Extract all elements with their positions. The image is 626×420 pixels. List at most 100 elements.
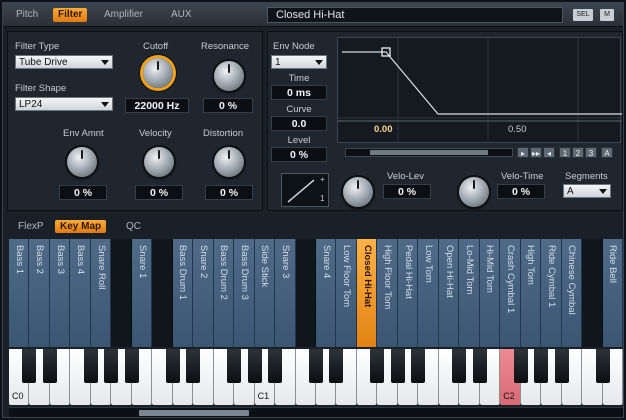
distortion-knob[interactable] — [214, 147, 244, 177]
key-map-slot[interactable] — [582, 239, 603, 347]
black-key[interactable] — [411, 349, 426, 383]
env-nav-button-3[interactable]: ◂ — [543, 147, 555, 158]
key-map-slot[interactable]: Chinese Cymbal — [561, 239, 583, 347]
tab-amplifier[interactable]: Amplifier — [99, 8, 148, 22]
resonance-label: Resonance — [201, 41, 250, 52]
key-map-slot[interactable]: Bass 3 — [49, 239, 71, 347]
key-map-slot[interactable]: High Tom — [520, 239, 542, 347]
curve-type-selector[interactable]: + 1 — [281, 173, 329, 207]
time-value[interactable]: 0 ms — [271, 85, 327, 100]
black-key[interactable] — [124, 349, 139, 383]
key-map-slot[interactable]: Bass Drum 1 — [172, 239, 194, 347]
key-map-slot[interactable]: Snare Roll — [90, 239, 112, 347]
key-map-slot[interactable]: Bass Drum 3 — [234, 239, 255, 347]
key-map-slot[interactable]: Snare 2 — [193, 239, 214, 347]
black-key[interactable] — [554, 349, 569, 383]
key-map-slot[interactable]: Snare 1 — [131, 239, 153, 347]
black-key[interactable] — [83, 349, 98, 383]
env-amnt-knob[interactable] — [67, 147, 97, 177]
key-map-slot[interactable]: Crash Cymbal 1 — [500, 239, 521, 347]
scroll-thumb[interactable] — [139, 410, 249, 416]
piano-keyboard[interactable]: C0 C1 C2 — [9, 349, 623, 405]
black-key[interactable] — [370, 349, 385, 383]
key-map-slot[interactable]: Side Stick — [254, 239, 276, 347]
key-map-slot[interactable] — [295, 239, 316, 347]
key-map-slot[interactable]: Lo-Mid Tom — [459, 239, 480, 347]
key-map-slot[interactable]: Bass 1 — [9, 239, 30, 347]
env-amnt-value[interactable]: 0 % — [59, 185, 107, 200]
black-key[interactable] — [42, 349, 57, 383]
key-map-slot-label: High Floor Tom — [382, 245, 394, 310]
tab-flexp[interactable]: FlexP — [13, 220, 49, 233]
curve-value[interactable]: 0.0 — [271, 116, 327, 131]
segments-dropdown[interactable]: A — [563, 184, 611, 198]
black-key[interactable] — [268, 349, 283, 383]
menu-button[interactable]: M — [600, 9, 614, 21]
key-map-slot[interactable]: Bass Drum 2 — [213, 239, 235, 347]
env-nav-button-6[interactable]: 3 — [585, 147, 597, 158]
preset-name-field[interactable]: Closed Hi-Hat — [267, 7, 563, 23]
velocity-value[interactable]: 0 % — [135, 185, 183, 200]
key-map-slot[interactable]: Low Floor Tom — [336, 239, 357, 347]
cutoff-value[interactable]: 22000 Hz — [125, 98, 189, 113]
velo-time-value[interactable]: 0 % — [497, 184, 545, 199]
key-map-slot-selected[interactable]: Closed Hi-Hat — [356, 239, 378, 347]
tab-filter[interactable]: Filter — [53, 8, 88, 22]
tab-qc[interactable]: QC — [121, 220, 146, 233]
key-map-slot[interactable] — [111, 239, 132, 347]
black-key[interactable] — [104, 349, 119, 383]
black-key[interactable] — [513, 349, 528, 383]
black-key[interactable] — [390, 349, 405, 383]
tab-key-map[interactable]: Key Map — [55, 220, 107, 233]
key-map-slot[interactable]: Bass 2 — [29, 239, 50, 347]
env-nav-button-7[interactable]: A — [601, 147, 613, 158]
black-key[interactable] — [534, 349, 549, 383]
scroll-thumb[interactable] — [370, 150, 488, 155]
envelope-scrollbar[interactable] — [345, 148, 513, 157]
key-map-area: Bass 1 Bass 2 Bass 3 Bass 4 Snare Roll Snare … — [9, 239, 623, 347]
level-value[interactable]: 0 % — [271, 147, 327, 162]
velo-lev-knob[interactable] — [343, 177, 373, 207]
cutoff-knob[interactable] — [143, 58, 173, 88]
env-node-dropdown[interactable]: 1 — [271, 55, 327, 69]
tab-aux[interactable]: AUX — [166, 8, 197, 22]
env-nav-button-2[interactable]: ▸▸ — [530, 147, 542, 158]
black-key[interactable] — [595, 349, 610, 383]
black-key[interactable] — [329, 349, 344, 383]
key-map-slot[interactable]: High Floor Tom — [377, 239, 398, 347]
black-key[interactable] — [472, 349, 487, 383]
key-map-slot[interactable]: Ride Cymbal 1 — [541, 239, 562, 347]
velocity-knob[interactable] — [144, 147, 174, 177]
envelope-graph[interactable]: 0.00 0.50 — [337, 37, 622, 144]
distortion-value[interactable]: 0 % — [205, 185, 253, 200]
env-nav-button-5[interactable]: 2 — [572, 147, 584, 158]
black-key[interactable] — [309, 349, 323, 383]
resonance-value[interactable]: 0 % — [203, 98, 253, 113]
key-map-slot[interactable]: Hi-Mid Tom — [479, 239, 501, 347]
filter-shape-dropdown[interactable]: LP24 — [15, 97, 113, 111]
velo-lev-value[interactable]: 0 % — [383, 184, 431, 199]
key-map-slot[interactable]: Ride Bell — [602, 239, 623, 347]
octave-label: C1 — [257, 391, 270, 401]
key-map-slot[interactable]: Snare 3 — [275, 239, 296, 347]
horizontal-scrollbar[interactable] — [9, 407, 623, 417]
resonance-knob[interactable] — [214, 61, 244, 91]
black-key[interactable] — [227, 349, 242, 383]
key-map-slot[interactable]: Pedal Hi-Hat — [397, 239, 419, 347]
key-map-slot[interactable]: Low Tom — [418, 239, 439, 347]
black-key[interactable] — [186, 349, 201, 383]
key-map-slot[interactable] — [152, 239, 173, 347]
filter-type-dropdown[interactable]: Tube Drive — [15, 55, 113, 69]
env-nav-button-1[interactable]: ▸ — [517, 147, 529, 158]
env-nav-button-4[interactable]: 1 — [559, 147, 571, 158]
key-map-slot[interactable]: Bass 4 — [70, 239, 91, 347]
black-key[interactable] — [247, 349, 262, 383]
velo-time-knob[interactable] — [459, 177, 489, 207]
sel-button[interactable]: SEL — [573, 9, 593, 21]
tab-pitch[interactable]: Pitch — [11, 8, 43, 22]
black-key[interactable] — [22, 349, 37, 383]
key-map-slot[interactable]: Snare 4 — [316, 239, 337, 347]
black-key[interactable] — [165, 349, 180, 383]
key-map-slot[interactable]: Open Hi-Hat — [438, 239, 460, 347]
black-key[interactable] — [452, 349, 467, 383]
